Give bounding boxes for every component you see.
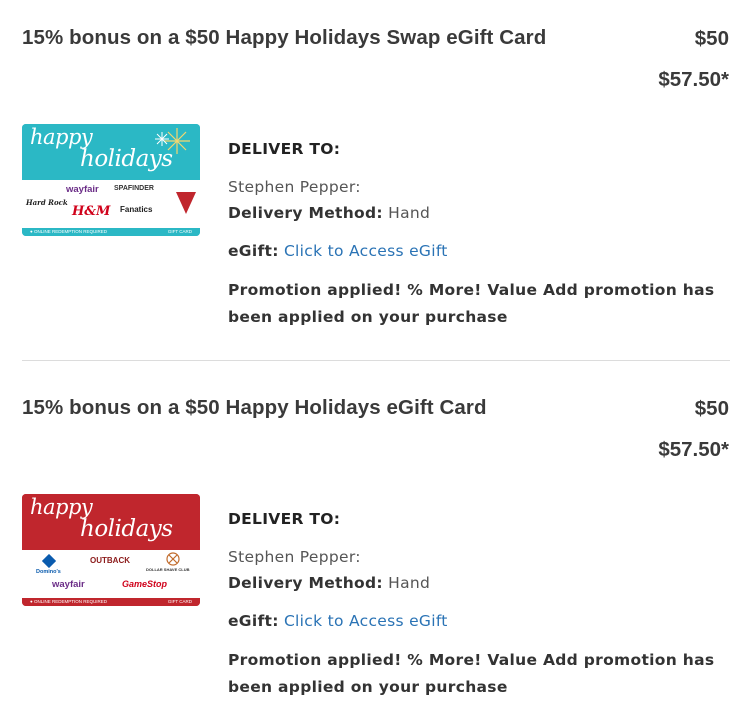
item-divider: [22, 360, 730, 361]
dominos-icon: [42, 554, 56, 568]
egift-row: eGift: Click to Access eGift: [228, 242, 448, 260]
logo-wayfair: wayfair: [66, 184, 99, 195]
egift-row: eGift: Click to Access eGift: [228, 612, 448, 630]
card-footer: ● ONLINE REDEMPTION REQUIRED GIFT CARD: [22, 598, 200, 606]
access-egift-link[interactable]: Click to Access eGift: [284, 242, 448, 260]
recipient-name: Stephen Pepper:: [228, 178, 361, 196]
card-header: happy holidays: [22, 124, 200, 180]
delivery-method-label: Delivery Method:: [228, 204, 383, 222]
logo-spafinder: SPAFINDER: [114, 185, 154, 192]
logo-fanatics: Fanatics: [120, 205, 153, 214]
deliver-to-label: DELIVER TO:: [228, 140, 341, 158]
card-footer-right: GIFT CARD: [167, 229, 192, 234]
delivery-method-label: Delivery Method:: [228, 574, 383, 592]
card-holidays-text: holidays: [80, 516, 173, 542]
delivery-method-value: Hand: [388, 204, 431, 222]
price-bonus: $57.50*: [658, 68, 729, 91]
snowflake-icon: [155, 132, 169, 146]
card-footer-left: ● ONLINE REDEMPTION REQUIRED: [30, 229, 107, 234]
card-footer-left: ● ONLINE REDEMPTION REQUIRED: [30, 599, 107, 604]
bj-logo-icon: [176, 192, 196, 214]
price-original: $50: [694, 27, 729, 50]
promotion-message: Promotion applied! % More! Value Add pro…: [228, 651, 715, 696]
logo-hardrock: Hard Rock: [26, 198, 68, 207]
item-title: 15% bonus on a $50 Happy Holidays Swap e…: [22, 26, 547, 49]
card-footer: ● ONLINE REDEMPTION REQUIRED GIFT CARD: [22, 228, 200, 236]
price-original: $50: [694, 397, 729, 420]
egift-label: eGift:: [228, 242, 279, 260]
deliver-to-label: DELIVER TO:: [228, 510, 341, 528]
egift-label: eGift:: [228, 612, 279, 630]
logo-dominos: Domino's: [36, 569, 61, 575]
recipient-name: Stephen Pepper:: [228, 548, 361, 566]
logo-gamestop: GameStop: [122, 579, 168, 589]
card-holidays-text: holidays: [80, 146, 173, 172]
logo-wayfair: wayfair: [52, 579, 85, 590]
card-logos: Domino's OUTBACK DOLLAR SHAVE CLUB wayfa…: [22, 550, 200, 598]
card-header: happy holidays: [22, 494, 200, 550]
gift-card-image: happy holidays Hard Rock wayfair SPAFIND…: [22, 124, 200, 236]
logo-hm: H&M: [72, 204, 111, 219]
card-logos: Hard Rock wayfair SPAFINDER H&M Fanatics: [22, 180, 200, 228]
delivery-method-value: Hand: [388, 574, 431, 592]
gift-card-image: happy holidays Domino's OUTBACK DOLLAR S…: [22, 494, 200, 606]
promotion-message: Promotion applied! % More! Value Add pro…: [228, 281, 715, 326]
logo-dollar-shave-club: DOLLAR SHAVE CLUB: [146, 567, 190, 572]
price-bonus: $57.50*: [658, 438, 729, 461]
delivery-method: Delivery Method: Hand: [228, 204, 430, 222]
logo-outback: OUTBACK: [90, 556, 130, 565]
card-footer-right: GIFT CARD: [167, 599, 192, 604]
dollar-shave-club-icon: [166, 552, 180, 566]
delivery-method: Delivery Method: Hand: [228, 574, 430, 592]
item-title: 15% bonus on a $50 Happy Holidays eGift …: [22, 396, 487, 419]
access-egift-link[interactable]: Click to Access eGift: [284, 612, 448, 630]
